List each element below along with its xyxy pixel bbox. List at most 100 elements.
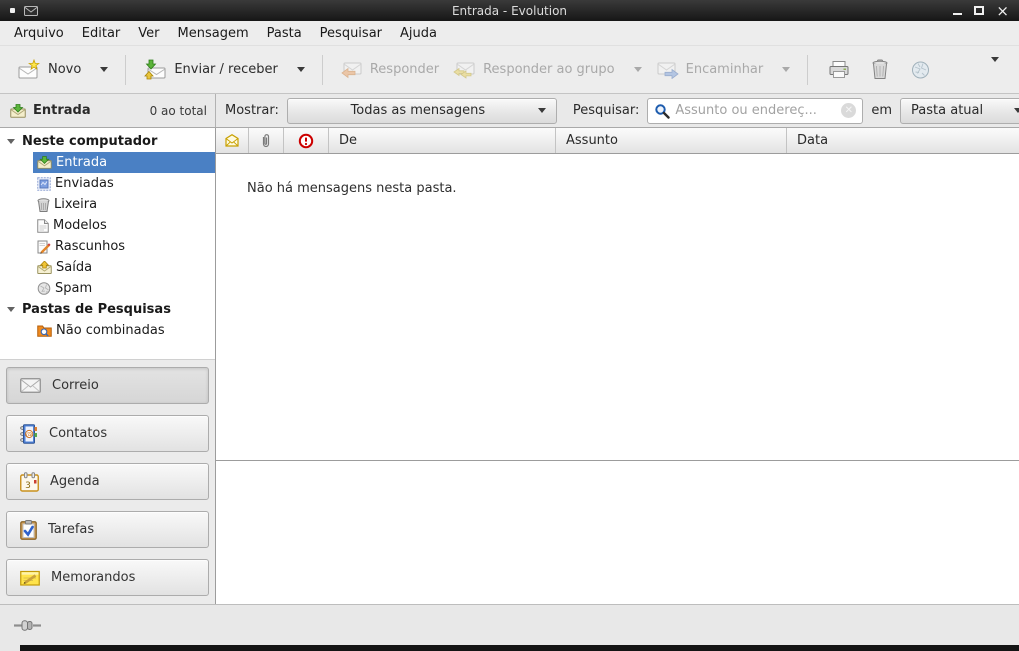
online-plug-icon[interactable] [13, 618, 43, 633]
message-count: 0 ao total [150, 104, 207, 118]
svg-text:3: 3 [25, 481, 31, 491]
folder-label: Saída [56, 260, 92, 275]
sent-icon [37, 177, 51, 191]
menu-editar[interactable]: Editar [73, 23, 130, 44]
send-receive-icon [143, 59, 167, 80]
reply-button[interactable]: Responder [333, 54, 446, 85]
switcher-correio-button[interactable]: Correio [6, 367, 209, 404]
new-message-button[interactable]: Novo [10, 53, 115, 86]
switcher-label: Memorandos [51, 570, 135, 585]
forward-button[interactable]: Encaminhar [649, 54, 798, 85]
sidebar-folder-lixeira[interactable]: Lixeira [0, 194, 215, 215]
search-folder-icon [37, 324, 52, 337]
chevron-down-icon[interactable] [634, 67, 642, 72]
sidebar-folder-spam[interactable]: Spam [0, 278, 215, 299]
menu-ver[interactable]: Ver [129, 23, 168, 44]
delete-button[interactable] [860, 53, 900, 86]
pesquisar-label: Pesquisar: [573, 103, 640, 118]
status-bar [0, 604, 1019, 645]
memos-icon [20, 569, 40, 587]
inbox-icon [37, 156, 52, 169]
switcher-tarefas-button[interactable]: Tarefas [6, 511, 209, 548]
calendar-icon: 3 [20, 472, 39, 492]
toolbar-overflow-button[interactable] [981, 56, 1009, 83]
tree-group-pastas-de-pesquisas[interactable]: Pastas de Pesquisas [0, 299, 215, 320]
window-controls: × [889, 6, 1019, 16]
printer-icon [827, 59, 851, 80]
titlebar-left [0, 6, 130, 16]
app-menu-dot-icon[interactable] [10, 8, 15, 13]
svg-text:@: @ [26, 430, 33, 438]
priority-icon [298, 133, 314, 149]
junk-icon [909, 59, 932, 80]
column-priority[interactable] [284, 128, 329, 153]
unread-status-icon [224, 134, 240, 147]
message-filter-dropdown[interactable]: Todas as mensagens [287, 98, 557, 124]
forward-icon [656, 60, 679, 79]
folder-tree: Neste computador Entrada Enviadas [0, 128, 215, 359]
clear-icon[interactable]: ✕ [841, 103, 856, 118]
chevron-down-icon[interactable] [100, 67, 108, 72]
menu-ajuda[interactable]: Ajuda [391, 23, 446, 44]
preview-pane[interactable] [216, 461, 1019, 604]
column-de[interactable]: De [329, 128, 556, 153]
empty-folder-message: Não há mensagens nesta pasta. [247, 181, 457, 196]
filter-bar: Entrada 0 ao total Mostrar: Todas as men… [0, 94, 1019, 128]
minimize-icon[interactable] [953, 13, 962, 15]
print-button[interactable] [818, 53, 860, 86]
switcher-contatos-button[interactable]: @ Contatos [6, 415, 209, 452]
search-input[interactable] [675, 103, 836, 118]
junk-icon [37, 282, 51, 295]
sidebar-folder-saida[interactable]: Saída [0, 257, 215, 278]
menu-arquivo[interactable]: Arquivo [5, 23, 73, 44]
chevron-down-icon [991, 57, 999, 77]
menu-mensagem[interactable]: Mensagem [169, 23, 258, 44]
send-receive-button[interactable]: Enviar / receber [136, 53, 312, 86]
switcher-memorandos-button[interactable]: Memorandos [6, 559, 209, 596]
sidebar-folder-nao-combinadas[interactable]: Não combinadas [0, 320, 215, 341]
switcher-agenda-button[interactable]: 3 Agenda [6, 463, 209, 500]
menu-pesquisar[interactable]: Pesquisar [311, 23, 391, 44]
expander-triangle-icon[interactable] [7, 307, 15, 312]
titlebar: Entrada - Evolution × [0, 0, 1019, 21]
expander-triangle-icon[interactable] [7, 139, 15, 144]
chevron-down-icon[interactable] [297, 67, 305, 72]
outbox-icon [37, 261, 52, 274]
sidebar-folder-entrada[interactable]: Entrada [0, 152, 215, 173]
column-attachment[interactable] [249, 128, 284, 153]
folder-label: Rascunhos [55, 239, 125, 254]
window-bottom-edge [0, 645, 1019, 651]
junk-button[interactable] [900, 53, 941, 86]
switcher-label: Tarefas [48, 522, 94, 537]
close-icon[interactable]: × [996, 6, 1009, 16]
folder-label: Entrada [56, 155, 107, 170]
switcher-label: Agenda [50, 474, 100, 489]
evolution-envelope-icon [24, 6, 38, 16]
em-label: em [871, 103, 892, 118]
main-body: Neste computador Entrada Enviadas [0, 128, 1019, 604]
sidebar-folder-modelos[interactable]: Modelos [0, 215, 215, 236]
contacts-icon: @ [20, 424, 38, 444]
tree-group-neste-computador[interactable]: Neste computador [0, 131, 215, 152]
maximize-icon[interactable] [974, 6, 984, 15]
sidebar-folder-enviadas[interactable]: Enviadas [0, 173, 215, 194]
templates-icon [37, 219, 49, 233]
message-list[interactable]: Não há mensagens nesta pasta. [216, 154, 1019, 460]
tree-group-label: Neste computador [22, 134, 157, 149]
window-title: Entrada - Evolution [130, 4, 889, 18]
column-status[interactable] [216, 128, 249, 153]
column-data[interactable]: Data [787, 128, 1019, 153]
menu-pasta[interactable]: Pasta [258, 23, 311, 44]
search-scope-dropdown[interactable]: Pasta atual [900, 98, 1019, 124]
sidebar-folder-rascunhos[interactable]: Rascunhos [0, 236, 215, 257]
mail-icon [20, 378, 41, 393]
drafts-icon [37, 240, 51, 254]
column-assunto[interactable]: Assunto [556, 128, 787, 153]
folder-label: Não combinadas [56, 323, 165, 338]
chevron-down-icon [538, 108, 546, 113]
chevron-down-icon[interactable] [782, 67, 790, 72]
tree-group-label: Pastas de Pesquisas [22, 302, 171, 317]
reply-group-button[interactable]: Responder ao grupo [446, 54, 649, 85]
chevron-down-icon [1014, 108, 1019, 113]
search-box[interactable]: ✕ [647, 98, 863, 124]
